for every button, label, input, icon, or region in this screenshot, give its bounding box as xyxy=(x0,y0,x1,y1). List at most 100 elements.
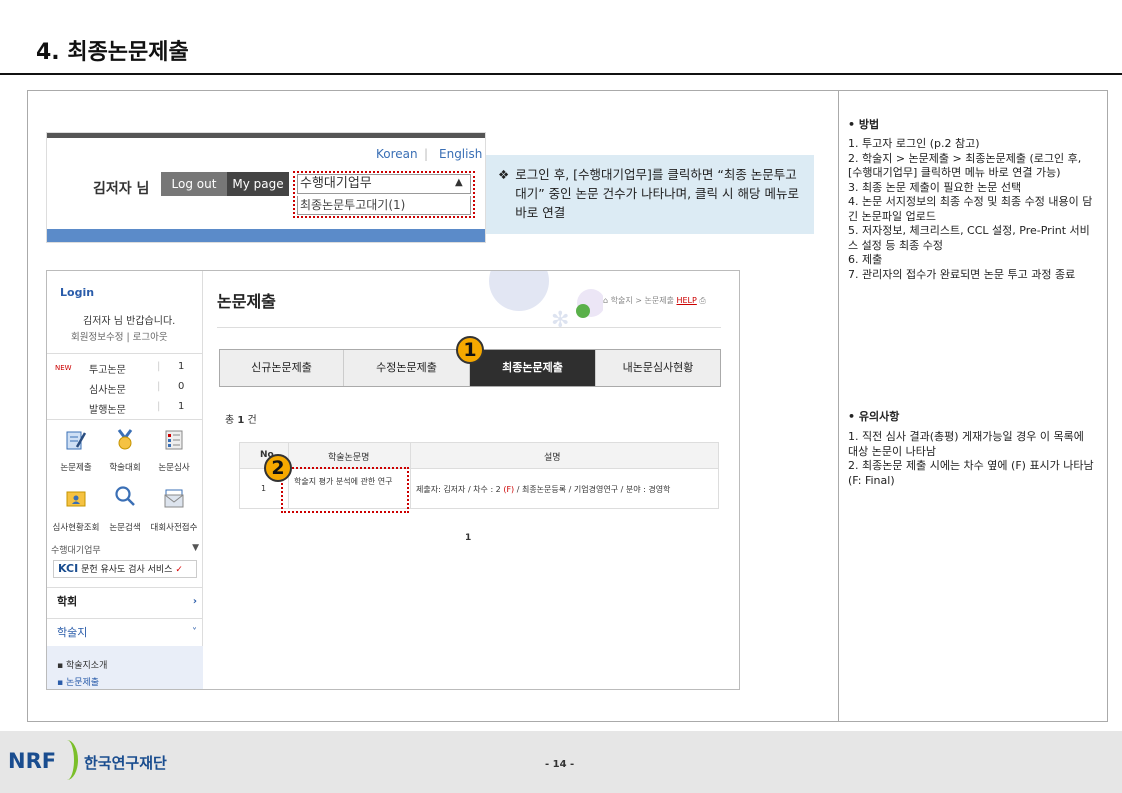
sidebar-pending-value: 수행대기업무 xyxy=(51,546,101,556)
page-number: - 14 - xyxy=(545,759,575,770)
lang-english-link[interactable]: English xyxy=(439,147,482,161)
kci-logo: KCI xyxy=(58,562,79,575)
stat-value: 1 xyxy=(178,361,185,372)
stat-separator: | xyxy=(157,401,161,412)
explanation-note: ❖ 로그인 후, [수행대기업무]를 클릭하면 “최종 논문투고대기” 중인 논… xyxy=(486,155,814,234)
page-title: 4. 최종논문제출 xyxy=(36,40,189,65)
paper-title-highlight xyxy=(281,467,409,513)
notes-heading: • 유의사항 xyxy=(848,410,900,423)
sidebar-pending-select[interactable]: 수행대기업무 ▼ xyxy=(51,543,201,556)
quick-link-label: 논문제출 xyxy=(60,463,92,473)
stat-label[interactable]: 투고논문 xyxy=(89,361,126,376)
callout-1-icon: 1 xyxy=(456,336,484,364)
quick-link-submit[interactable]: 논문제출 xyxy=(50,427,102,477)
diamond-bullet-icon: ❖ xyxy=(498,167,510,182)
title-rule xyxy=(217,327,721,328)
chevron-right-icon: › xyxy=(192,596,197,607)
menu-journal-label: 학술지 xyxy=(57,626,88,639)
desc-part-a: 제출자: 김저자 / 차수 : 2 xyxy=(416,485,501,494)
column-header: 설명 xyxy=(544,453,561,463)
menu-society[interactable]: 학회 › xyxy=(47,587,203,615)
method-steps: 1. 투고자 로그인 (p.2 참고) 2. 학술지 > 논문제출 > 최종논문… xyxy=(848,137,1096,282)
step-item: 2. 학술지 > 논문제출 > 최종논문제출 (로그인 후, [수행대기업무] … xyxy=(848,151,1082,180)
header-screenshot: Korean | English 김저자 님 Log out My page 수… xyxy=(46,132,486,243)
quick-link-label: 학술대회 xyxy=(109,463,141,473)
lang-separator: | xyxy=(424,147,429,161)
result-count: 총 1 건 xyxy=(225,411,257,426)
mypage-button[interactable]: My page xyxy=(227,172,289,196)
menu-journal[interactable]: 학술지 ˅ xyxy=(47,618,203,646)
note-item: 2. 최종논문 제출 시에는 차수 옆에 (F) 표시가 나타남(F: Fina… xyxy=(848,459,1094,487)
breadcrumb: ⌂ 학술지 > 논문제출 HELP ⎙ xyxy=(603,295,706,306)
submenu-journal-intro[interactable]: ▪ 학술지소개 xyxy=(57,658,107,671)
help-link[interactable]: HELP xyxy=(676,296,696,305)
quick-link-review[interactable]: 논문심사 xyxy=(148,427,200,477)
step-item: 3. 최종 논문 제출이 필요한 논문 선택 xyxy=(848,180,1022,194)
tab-my-review-status[interactable]: 내논문심사현황 xyxy=(596,350,720,386)
step-item: 6. 제출 xyxy=(848,253,883,266)
menu-society-label: 학회 xyxy=(57,595,78,608)
quick-link-preregistration[interactable]: 대회사전접수 xyxy=(148,483,200,535)
caret-down-icon: ▼ xyxy=(192,543,199,553)
breadcrumb-path: 학술지 > 논문제출 xyxy=(610,296,674,305)
lang-korean-link[interactable]: Korean xyxy=(376,147,418,161)
frame-column-divider xyxy=(838,90,839,722)
stat-label[interactable]: 심사논문 xyxy=(89,381,126,396)
checkmark-icon: ✓ xyxy=(175,565,183,575)
quick-link-conference[interactable]: 학술대회 xyxy=(99,427,151,477)
quick-link-label: 논문검색 xyxy=(109,523,141,533)
home-icon: ⌂ xyxy=(603,296,609,305)
count-suffix: 건 xyxy=(247,415,257,426)
mail-icon xyxy=(164,489,184,508)
quick-link-label: 논문심사 xyxy=(158,463,190,473)
note-text: 로그인 후, [수행대기업무]를 클릭하면 “최종 논문투고대기” 중인 논문 … xyxy=(515,167,799,220)
notes-list: 1. 직전 심사 결과(총평) 게재가능일 경우 이 목록에 대상 논문이 나타… xyxy=(848,430,1096,488)
sidebar-account-links[interactable]: 회원정보수정 | 로그아웃 xyxy=(71,329,168,343)
submenu-paper-submit[interactable]: ▪ 논문제출 xyxy=(57,675,99,688)
journal-submenu: ▪ 학술지소개 ▪ 논문제출 xyxy=(47,646,203,689)
stat-separator: | xyxy=(157,381,161,392)
doc-pen-icon xyxy=(66,431,87,450)
checklist-icon xyxy=(165,430,183,450)
pagination[interactable]: 1 xyxy=(465,533,471,543)
column-header: 학술논문명 xyxy=(328,453,370,463)
final-flag: (F) xyxy=(503,485,515,494)
sidebar-greeting: 김저자 님 반갑습니다. xyxy=(83,316,176,327)
quick-link-search[interactable]: 논문검색 xyxy=(99,483,151,535)
count-value: 1 xyxy=(237,415,245,426)
quick-link-review-status[interactable]: 심사현황조회 xyxy=(50,483,102,535)
print-icon[interactable]: ⎙ xyxy=(699,296,705,305)
svg-text:✻: ✻ xyxy=(551,308,569,333)
new-badge: NEW xyxy=(55,364,72,372)
callout-2-icon: 2 xyxy=(264,454,292,482)
kci-similarity-service[interactable]: KCI 문헌 유사도 검사 서비스 ✓ xyxy=(53,560,197,578)
title-divider xyxy=(0,73,1122,75)
search-icon xyxy=(115,486,135,506)
stat-value: 1 xyxy=(178,401,185,412)
folder-user-icon xyxy=(66,491,86,507)
note-item: 1. 직전 심사 결과(총평) 게재가능일 경우 이 목록에 대상 논문이 나타… xyxy=(848,430,1084,458)
header-top-bar xyxy=(47,133,485,138)
step-item: 7. 관리자의 접수가 완료되면 논문 투고 과정 종료 xyxy=(848,267,1076,281)
row-description: 제출자: 김저자 / 차수 : 2 (F) / 최종논문등록 / 기업경영연구 … xyxy=(416,484,670,495)
row-no: 1 xyxy=(261,484,267,493)
nrf-logo-arc xyxy=(56,740,78,780)
quick-link-label: 심사현황조회 xyxy=(52,523,100,533)
stat-separator: | xyxy=(157,361,161,372)
step-item: 5. 저자정보, 체크리스트, CCL 설정, Pre-Print 서비스 설정… xyxy=(848,224,1090,252)
tab-final-submission[interactable]: 최종논문제출 xyxy=(470,350,596,386)
main-title: 논문제출 xyxy=(217,292,276,311)
sidebar-divider xyxy=(47,353,203,354)
tab-revised-submission[interactable]: 수정논문제출 xyxy=(344,350,470,386)
stat-label[interactable]: 발행논문 xyxy=(89,401,126,416)
table-header: No 학술논문명 설명 xyxy=(240,443,718,469)
stat-value: 0 xyxy=(178,381,185,392)
user-name: 김저자 님 xyxy=(93,181,150,197)
logout-button[interactable]: Log out xyxy=(161,172,227,196)
kci-service-label: 문헌 유사도 검사 서비스 xyxy=(81,565,173,575)
step-item: 4. 논문 서지정보의 최종 수정 및 최종 수정 내용이 담긴 논문파일 업로… xyxy=(848,195,1093,223)
submission-page-screenshot: Login 김저자 님 반갑습니다. 회원정보수정 | 로그아웃 NEW 투고논… xyxy=(46,270,740,690)
dropdown-highlight xyxy=(293,171,475,218)
tab-new-submission[interactable]: 신규논문제출 xyxy=(220,350,344,386)
chevron-down-icon: ˅ xyxy=(192,627,197,638)
